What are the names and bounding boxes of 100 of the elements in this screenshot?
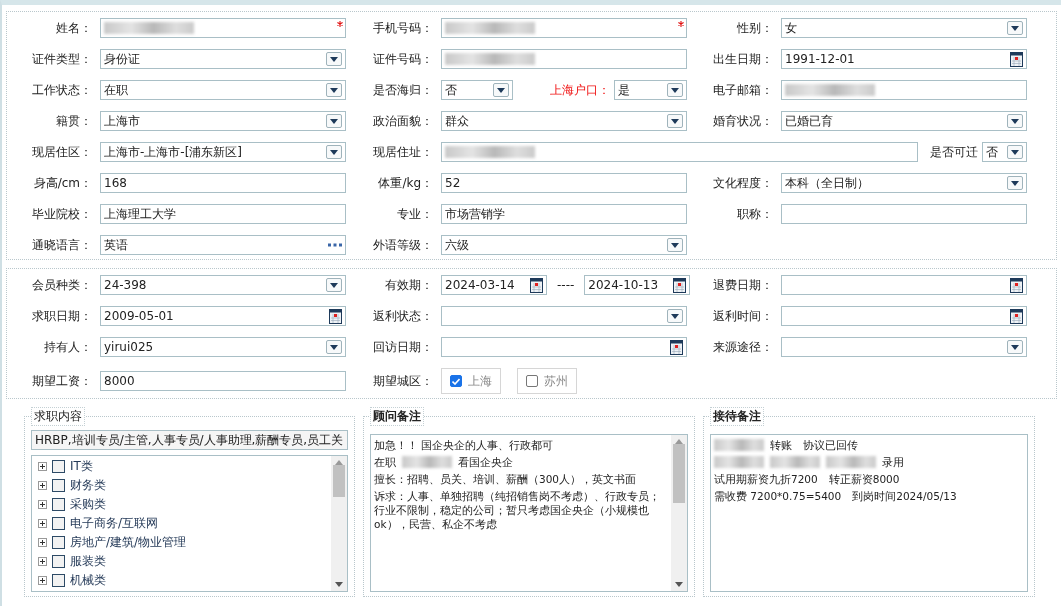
input-field[interactable] — [441, 18, 687, 38]
checkbox[interactable] — [52, 498, 65, 511]
plus-icon[interactable] — [38, 500, 47, 509]
date-field[interactable]: 2024-03-14 — [441, 275, 547, 295]
tree-item[interactable]: 机械类 — [70, 572, 106, 589]
date-field[interactable]: 2024-10-13 — [584, 275, 691, 295]
select-field[interactable] — [441, 306, 687, 326]
field-label: 毕业院校： — [31, 205, 93, 223]
plus-icon[interactable] — [38, 481, 47, 490]
checkbox[interactable] — [450, 375, 462, 387]
tree-item[interactable]: 房地产/建筑/物业管理 — [70, 534, 187, 551]
tree-item[interactable]: 服装类 — [70, 553, 106, 570]
field-label: 求职日期： — [31, 307, 93, 325]
field-label: 工作状态： — [31, 81, 93, 99]
input-field[interactable]: 168 — [100, 173, 346, 193]
calendar-icon[interactable] — [670, 339, 683, 355]
scroll-thumb[interactable] — [333, 465, 345, 497]
field-label: 政治面貌： — [372, 112, 434, 130]
select-field[interactable]: yirui025 — [100, 337, 346, 357]
select-field[interactable]: 24-398 — [100, 275, 346, 295]
input-field[interactable]: 市场营销学 — [441, 204, 687, 224]
input-field[interactable] — [441, 49, 687, 69]
calendar-icon[interactable] — [329, 308, 342, 324]
date-field[interactable]: 1991-12-01 — [781, 49, 1027, 69]
checkbox[interactable] — [52, 574, 65, 587]
scroll-down-icon[interactable] — [675, 582, 683, 587]
select-field[interactable]: 已婚已育 — [781, 111, 1027, 131]
select-field[interactable]: 身份证 — [100, 49, 346, 69]
note-text: 录用 — [882, 455, 904, 469]
tree-item[interactable]: 财务类 — [70, 477, 106, 494]
field-label: 期望工资： — [31, 372, 93, 390]
checkbox[interactable] — [52, 460, 65, 473]
input-field[interactable] — [441, 142, 918, 162]
plus-icon[interactable] — [38, 462, 47, 471]
tree-item[interactable]: 电子商务/互联网 — [70, 515, 159, 532]
city-checkbox[interactable]: 上海 — [441, 368, 501, 394]
select-field[interactable]: 否 — [441, 80, 513, 100]
checkbox[interactable] — [52, 536, 65, 549]
scrollbar[interactable] — [331, 456, 347, 591]
input-field[interactable] — [781, 204, 1027, 224]
date-field[interactable] — [441, 337, 687, 357]
calendar-icon[interactable] — [1010, 277, 1023, 293]
field-label: 籍贯： — [55, 112, 93, 130]
plus-icon[interactable] — [38, 538, 47, 547]
select-field[interactable]: 六级 — [441, 235, 687, 255]
more-icon[interactable] — [328, 243, 342, 247]
range-separator: ---- — [556, 278, 576, 292]
field-label: 返利状态： — [372, 307, 434, 325]
date-field[interactable] — [781, 275, 1027, 295]
scrollbar[interactable] — [671, 435, 687, 591]
calendar-icon[interactable] — [1010, 308, 1023, 324]
field-label: 现居住区： — [31, 143, 93, 161]
select-field[interactable]: 上海市-上海市-[浦东新区] — [100, 142, 346, 162]
field-label: 持有人： — [43, 338, 93, 356]
field-label: 体重/kg： — [377, 174, 434, 192]
city-checkbox[interactable]: 苏州 — [517, 368, 577, 394]
select-field[interactable]: 在职 — [100, 80, 346, 100]
calendar-icon[interactable] — [673, 277, 687, 293]
scroll-down-icon[interactable] — [335, 582, 343, 587]
input-field[interactable]: 52 — [441, 173, 687, 193]
checkbox[interactable] — [52, 517, 65, 530]
select-field[interactable]: 群众 — [441, 111, 687, 131]
summary-field[interactable]: HRBP,培训专员/主管,人事专员/人事助理,薪酬专员,员工关 — [31, 430, 348, 450]
select-field[interactable] — [781, 337, 1027, 357]
panel-title: 顾问备注 — [370, 407, 424, 426]
select-field[interactable]: 女 — [781, 18, 1027, 38]
calendar-icon[interactable] — [530, 277, 543, 293]
notes-field[interactable]: 加急！！ 国企央企的人事、行政都可 在职 看国企央企 擅长：招聘、员关、培训、薪酬（300人），英文书面 诉求：人事、单独招聘（纯招销售岗不考虑）、行政专员；行业不限制，稳定的公司；暂只考虑国企央企（小规模也ok），民营、私企不考虑 — [370, 434, 688, 592]
field-label: 姓名： — [55, 19, 93, 37]
field-label: 证件类型： — [31, 50, 93, 68]
input-field[interactable] — [781, 80, 1027, 100]
input-field[interactable]: 上海理工大学 — [100, 204, 346, 224]
checkbox[interactable] — [52, 555, 65, 568]
date-field[interactable] — [781, 306, 1027, 326]
select-field[interactable]: 否 — [982, 142, 1027, 162]
checkbox[interactable] — [52, 479, 65, 492]
select-field[interactable]: 本科（全日制） — [781, 173, 1027, 193]
note-text: 试用期薪资九折7200 转正薪资8000 — [714, 472, 900, 486]
input-field[interactable]: 8000 — [100, 371, 346, 391]
tree-item[interactable]: 采购类 — [70, 496, 106, 513]
field-label: 现居住址： — [372, 143, 434, 161]
plus-icon[interactable] — [38, 576, 47, 585]
lookup-field[interactable]: 英语 — [100, 235, 346, 255]
checkbox[interactable] — [526, 375, 538, 387]
tree-item[interactable]: IT类 — [70, 458, 93, 475]
plus-icon[interactable] — [38, 519, 47, 528]
field-label: 通晓语言： — [31, 236, 93, 254]
required-icon — [337, 21, 343, 27]
input-field[interactable] — [100, 18, 346, 38]
field-label: 期望城区： — [372, 372, 434, 390]
scroll-thumb[interactable] — [673, 444, 685, 504]
select-field[interactable]: 上海市 — [100, 111, 346, 131]
notes-field[interactable]: 转账 协议已回传 录用 试用期薪资九折7200 转正薪资8000 需收费 7200*0.75=5400 到岗时间2024/05/13 — [710, 434, 1028, 592]
select-field[interactable]: 是 — [614, 80, 687, 100]
required-icon — [678, 21, 684, 27]
note-text: 转账 协议已回传 — [770, 438, 858, 452]
note-text: 诉求：人事、单独招聘（纯招销售岗不考虑）、行政专员；行业不限制，稳定的公司；暂只考虑国企央企（小规模也ok），民营、私企不考虑 — [374, 489, 661, 531]
plus-icon[interactable] — [38, 557, 47, 566]
date-field[interactable]: 2009-05-01 — [100, 306, 346, 326]
calendar-icon[interactable] — [1010, 51, 1023, 67]
